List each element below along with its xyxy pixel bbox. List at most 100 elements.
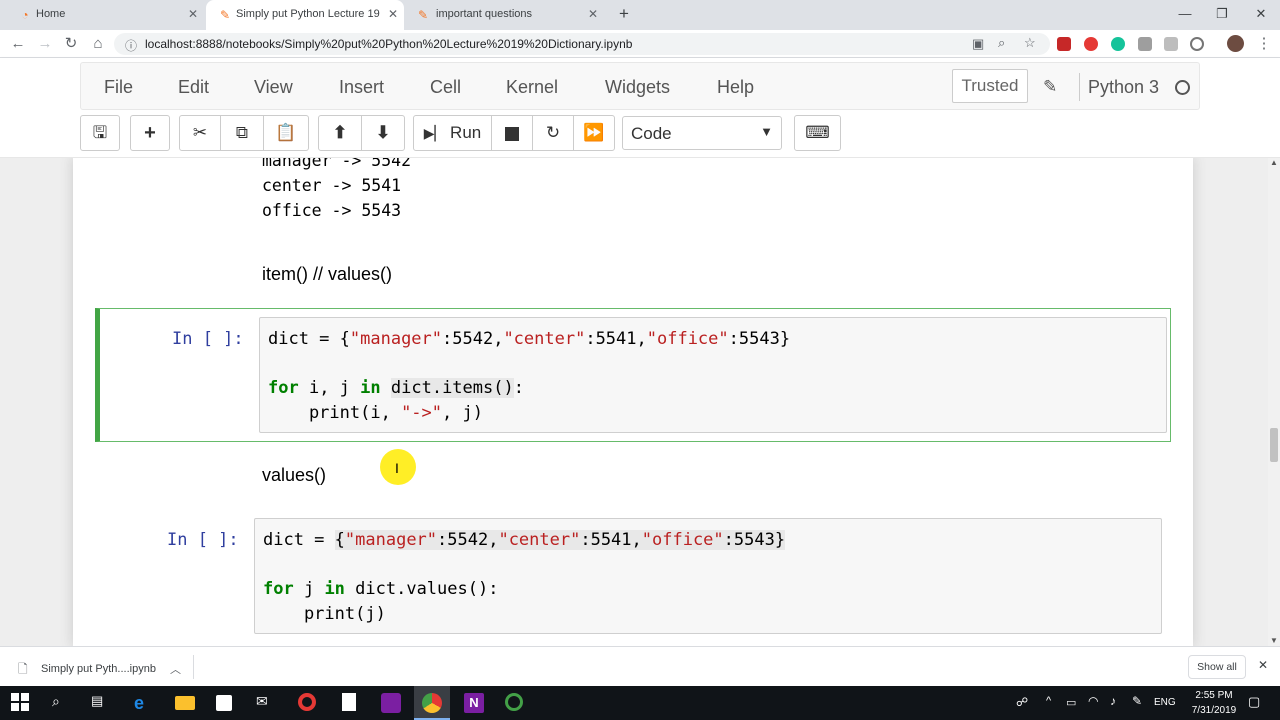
insert-cell-button[interactable]: + xyxy=(130,115,170,151)
plus-icon: + xyxy=(144,122,156,144)
pen-icon[interactable]: ✎ xyxy=(1132,694,1142,708)
menu-insert[interactable]: Insert xyxy=(339,77,384,98)
adblock-icon[interactable] xyxy=(1084,37,1098,51)
menu-widgets[interactable]: Widgets xyxy=(605,77,670,98)
network-icon[interactable]: ◠ xyxy=(1088,694,1098,708)
chrome-icon[interactable] xyxy=(422,693,442,713)
volume-icon[interactable]: ♪ xyxy=(1110,694,1116,708)
chevron-up-icon[interactable]: ︿ xyxy=(170,661,181,677)
clock-time[interactable]: 2:55 PM xyxy=(1186,690,1242,701)
info-icon[interactable]: ⓘ xyxy=(125,37,137,54)
move-up-button[interactable]: ⬆ xyxy=(318,115,362,151)
close-icon[interactable]: ✕ xyxy=(586,7,600,21)
battery-icon[interactable]: ▭ xyxy=(1066,696,1076,709)
edit-pencil-icon[interactable]: ✎ xyxy=(1043,77,1057,97)
interrupt-button[interactable] xyxy=(491,115,533,151)
download-item[interactable]: 🗋 Simply put Pyth....ipynb ︿ xyxy=(14,655,190,681)
tab-home[interactable]: ◔ Home ✕ xyxy=(8,0,204,30)
run-button[interactable]: ▶▏ Run xyxy=(413,115,492,151)
grammarly-icon[interactable] xyxy=(1111,37,1125,51)
menu-help[interactable]: Help xyxy=(717,77,754,98)
windows-start-icon[interactable] xyxy=(11,693,31,713)
minimize-icon[interactable]: — xyxy=(1175,5,1195,23)
bookmark-star-icon[interactable]: ☆ xyxy=(1024,35,1036,51)
back-icon[interactable]: ← xyxy=(9,35,27,53)
file-explorer-icon[interactable] xyxy=(175,696,195,710)
reload-icon[interactable]: ↻ xyxy=(62,35,80,53)
translate-icon[interactable]: ▣ xyxy=(972,36,984,52)
command-palette-button[interactable]: ⌨ xyxy=(794,115,841,151)
clock-date[interactable]: 7/31/2019 xyxy=(1186,705,1242,716)
people-icon[interactable]: ☍ xyxy=(1016,695,1028,709)
chevron-up-icon[interactable]: ^ xyxy=(1046,695,1051,707)
code-line: dict = {"manager":5542,"center":5541,"of… xyxy=(268,329,791,349)
menu-kernel[interactable]: Kernel xyxy=(506,77,558,98)
restart-button[interactable]: ↻ xyxy=(532,115,574,151)
trusted-badge[interactable]: Trusted xyxy=(952,69,1028,103)
downloads-bar: 🗋 Simply put Pyth....ipynb ︿ Show all ✕ xyxy=(0,646,1280,686)
notification-icon[interactable]: ▢ xyxy=(1248,694,1260,710)
tab-home-label: Home xyxy=(36,8,66,20)
app-icon[interactable] xyxy=(381,693,401,713)
close-icon[interactable]: ✕ xyxy=(386,7,400,21)
code-input[interactable]: dict = {"manager":5542,"center":5541,"of… xyxy=(254,518,1162,634)
copy-button[interactable]: ⧉ xyxy=(220,115,264,151)
run-label: Run xyxy=(450,123,482,142)
notebook-icon: ✎ xyxy=(417,8,429,22)
store-icon[interactable] xyxy=(216,695,232,711)
forward-icon[interactable]: → xyxy=(36,35,54,53)
edge-icon[interactable]: e xyxy=(134,693,154,713)
scroll-up-icon[interactable]: ▲ xyxy=(1270,158,1278,167)
notebook-icon: ✎ xyxy=(219,8,231,22)
move-down-button[interactable]: ⬇ xyxy=(361,115,405,151)
save-button[interactable]: 🖫 xyxy=(80,115,120,151)
language-indicator[interactable]: ENG xyxy=(1154,697,1176,708)
code-cell-selected[interactable]: In [ ]: dict = {"manager":5542,"center":… xyxy=(95,308,1171,442)
search-icon[interactable]: ⌕ xyxy=(52,693,72,713)
tab-important-label: important questions xyxy=(436,8,532,20)
extension-icon[interactable] xyxy=(1057,37,1071,51)
menu-cell[interactable]: Cell xyxy=(430,77,461,98)
markdown-cell[interactable]: item() // values() xyxy=(262,264,392,285)
task-view-icon[interactable]: ▤ xyxy=(91,693,111,713)
code-input[interactable]: dict = {"manager":5542,"center":5541,"of… xyxy=(259,317,1167,433)
scrollbar[interactable]: ▲ ▼ xyxy=(1268,158,1280,646)
new-tab-button[interactable]: + xyxy=(614,5,634,23)
scrollbar-thumb[interactable] xyxy=(1270,428,1278,462)
cell-type-select[interactable]: Code ▼ xyxy=(622,116,782,150)
code-line: for j in dict.values(): xyxy=(263,579,499,599)
extension-icon[interactable] xyxy=(1138,37,1152,51)
avatar[interactable] xyxy=(1227,35,1244,52)
menu-edit[interactable]: Edit xyxy=(178,77,209,98)
recorder-icon[interactable] xyxy=(505,693,523,711)
address-bar[interactable]: ⓘ localhost:8888/notebooks/Simply%20put%… xyxy=(114,33,1050,55)
tab-lecture-notebook[interactable]: ✎ Simply put Python Lecture 19 Di ✕ xyxy=(206,0,404,30)
zoom-icon[interactable]: ⌕ xyxy=(998,35,1005,51)
markdown-cell[interactable]: values() xyxy=(262,465,326,486)
close-window-icon[interactable]: ✕ xyxy=(1251,5,1271,23)
scroll-down-icon[interactable]: ▼ xyxy=(1270,636,1278,645)
divider xyxy=(1079,73,1080,101)
chrome-menu-icon[interactable]: ⋮ xyxy=(1255,35,1273,53)
paste-button[interactable]: 📋 xyxy=(263,115,309,151)
home-icon[interactable]: ⌂ xyxy=(89,35,107,53)
code-cell[interactable]: In [ ]: dict = {"manager":5542,"center":… xyxy=(95,510,1171,640)
close-icon[interactable]: ✕ xyxy=(186,7,200,21)
menu-view[interactable]: View xyxy=(254,77,293,98)
tab-important-questions[interactable]: ✎ important questions ✕ xyxy=(406,0,604,30)
cut-button[interactable]: ✂ xyxy=(179,115,221,151)
maximize-icon[interactable]: ❐ xyxy=(1212,5,1232,23)
extension-icon[interactable] xyxy=(1164,37,1178,51)
url-text[interactable]: localhost:8888/notebooks/Simply%20put%20… xyxy=(145,37,632,51)
opera-icon[interactable] xyxy=(298,693,316,711)
menu-file[interactable]: File xyxy=(104,77,133,98)
mail-icon[interactable]: ✉ xyxy=(256,693,276,713)
close-icon[interactable]: ✕ xyxy=(1258,658,1268,672)
restart-run-all-button[interactable]: ⏩ xyxy=(573,115,615,151)
show-all-button[interactable]: Show all xyxy=(1188,655,1246,679)
notebook-area[interactable]: manager -> 5542 center -> 5541 office ->… xyxy=(0,158,1268,646)
onenote-icon[interactable]: N xyxy=(464,693,484,713)
extension-icon[interactable] xyxy=(1190,37,1204,51)
input-prompt: In [ ]: xyxy=(172,329,244,349)
document-icon[interactable] xyxy=(342,693,356,711)
